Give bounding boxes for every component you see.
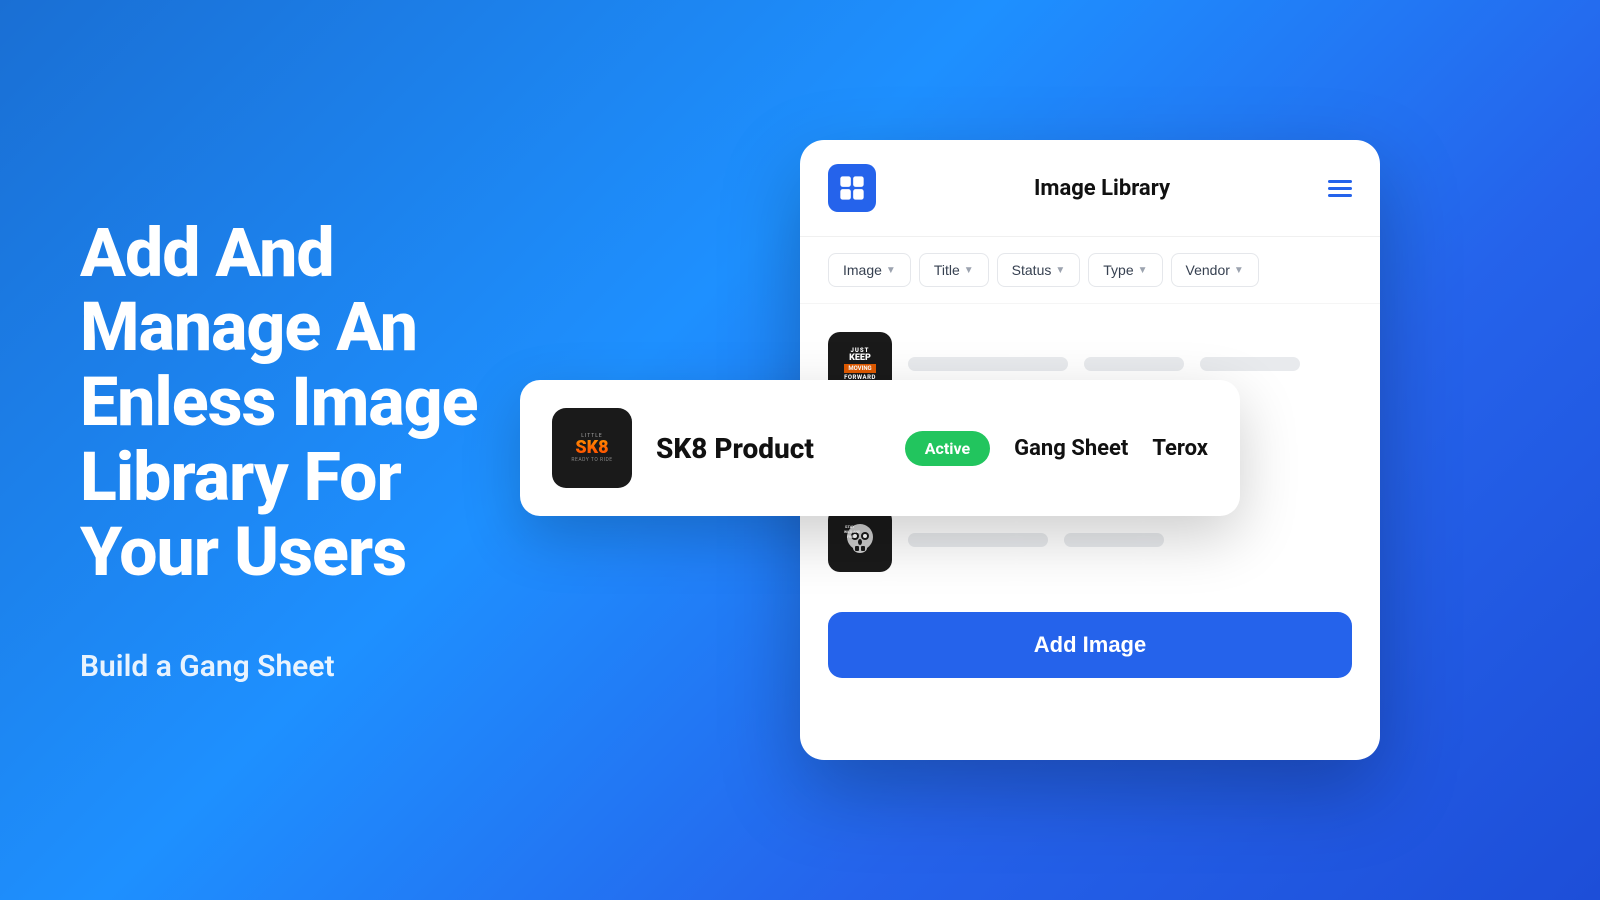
active-row-title: SK8 Product — [656, 432, 881, 465]
app-title: Image Library — [1034, 176, 1170, 201]
left-section: Add And Manage An Enless Image Library F… — [0, 156, 580, 745]
chevron-down-icon: ▼ — [1055, 265, 1065, 276]
app-header: Image Library — [800, 140, 1380, 237]
svg-text:STAY: STAY — [845, 524, 855, 529]
app-logo — [828, 164, 876, 212]
hero-title: Add And Manage An Enless Image Library F… — [80, 216, 520, 590]
hamburger-line-3 — [1328, 194, 1352, 197]
active-row-vendor: Terox — [1152, 436, 1208, 461]
skeleton-title-3 — [908, 533, 1048, 547]
filter-status-button[interactable]: Status ▼ — [997, 253, 1081, 287]
filter-image-button[interactable]: Image ▼ — [828, 253, 911, 287]
hamburger-menu-button[interactable] — [1328, 180, 1352, 197]
skeleton-title — [908, 357, 1068, 371]
chevron-down-icon: ▼ — [964, 265, 974, 276]
sk8-product-image: LITTLE SK8 READY TO RIDE — [552, 408, 632, 488]
skeleton-status — [1084, 357, 1184, 371]
subtitle: Build a Gang Sheet — [80, 649, 520, 684]
row-3-image: STAY WILD AND FREE — [828, 508, 892, 572]
chevron-down-icon: ▼ — [1138, 265, 1148, 276]
hamburger-line-2 — [1328, 187, 1352, 190]
skeleton-type — [1200, 357, 1300, 371]
skeleton-status-3 — [1064, 533, 1164, 547]
filter-title-button[interactable]: Title ▼ — [919, 253, 989, 287]
right-section: Image Library Image ▼ Title ▼ Status ▼ — [580, 100, 1600, 800]
status-badge: Active — [905, 431, 990, 466]
svg-text:WILD AND: WILD AND — [844, 530, 861, 534]
chevron-down-icon: ▼ — [1234, 265, 1244, 276]
filter-vendor-button[interactable]: Vendor ▼ — [1171, 253, 1259, 287]
active-row-card[interactable]: LITTLE SK8 READY TO RIDE SK8 Product Act… — [520, 380, 1240, 516]
hamburger-line-1 — [1328, 180, 1352, 183]
add-image-button[interactable]: Add Image — [828, 612, 1352, 678]
filter-bar: Image ▼ Title ▼ Status ▼ Type ▼ Vendor ▼ — [800, 237, 1380, 304]
chevron-down-icon: ▼ — [886, 265, 896, 276]
logo-icon — [838, 174, 866, 202]
svg-text:FREE: FREE — [847, 535, 855, 539]
skull-icon: STAY WILD AND FREE — [840, 520, 880, 560]
filter-type-button[interactable]: Type ▼ — [1088, 253, 1162, 287]
active-row-type: Gang Sheet — [1014, 436, 1128, 461]
